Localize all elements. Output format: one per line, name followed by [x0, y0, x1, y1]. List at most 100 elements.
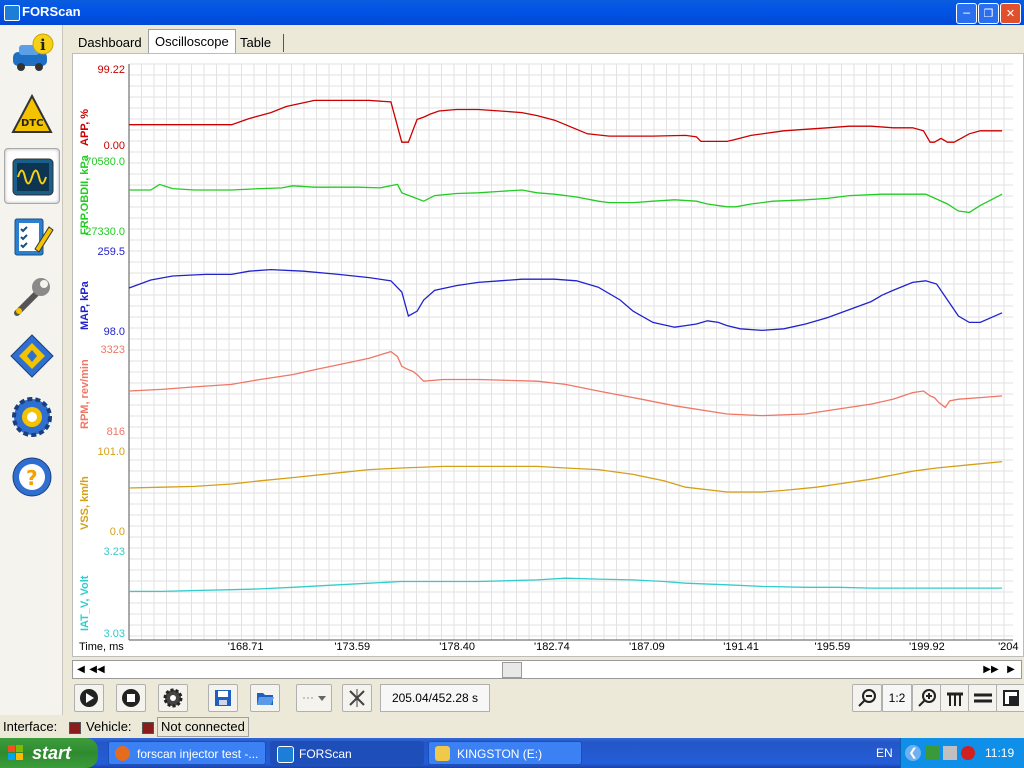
security-icon[interactable]	[961, 746, 975, 760]
sidebar-item-tests[interactable]	[4, 208, 58, 262]
sidebar-item-vehicle-info[interactable]: i	[4, 27, 58, 81]
series-min-label: 816	[106, 426, 125, 438]
chip-icon	[10, 334, 54, 378]
vehicle-label: Vehicle:	[86, 719, 132, 734]
svg-text:?: ?	[26, 466, 38, 490]
series-line	[129, 99, 1003, 143]
scroll-start-icon[interactable]: ◀◀	[89, 661, 105, 678]
zoom-out-icon	[858, 689, 876, 707]
zoom-in-button[interactable]	[912, 684, 942, 712]
fit-button[interactable]	[996, 684, 1024, 712]
tab-dashboard[interactable]: Dashboard	[72, 31, 148, 53]
oscilloscope-icon	[12, 158, 54, 196]
series-max-label: 70580.0	[85, 156, 125, 168]
minimize-button[interactable]: ─	[956, 3, 977, 24]
corner-icon	[1003, 690, 1019, 706]
restore-button[interactable]: ❐	[978, 3, 999, 24]
windows-flag-icon	[8, 745, 23, 760]
taskbar: start forscan injector test -... FORScan…	[0, 738, 1024, 768]
sidebar-item-configuration[interactable]	[4, 328, 58, 382]
folder-icon	[435, 746, 450, 761]
open-button[interactable]	[250, 684, 280, 712]
series-max-label: 3.23	[103, 546, 125, 558]
series-line	[129, 577, 1003, 593]
series-name: RPM, rev/min	[79, 359, 91, 429]
zoom-out-button[interactable]	[852, 684, 882, 712]
scroll-left-arrow-icon[interactable]: ◀	[73, 661, 89, 678]
x-tick-label: '195.59	[814, 641, 851, 653]
title-bar: FORScan ─ ❐ ✕	[0, 0, 1024, 25]
series-min-label: 0.0	[109, 526, 125, 538]
task-firefox[interactable]: forscan injector test -...	[108, 741, 266, 765]
play-button[interactable]	[74, 684, 104, 712]
close-button[interactable]: ✕	[1000, 3, 1021, 24]
scroll-right-arrow-icon[interactable]: ▶	[1003, 661, 1019, 678]
series-min-label: 98.0	[103, 326, 125, 338]
oscilloscope-plot[interactable]: APP, % 99.22 0.00 FRP.OBDII, kPa 70580.0 2733…	[72, 53, 1024, 657]
plot-canvas	[128, 63, 1013, 641]
x-tick-label: '168.71	[227, 641, 264, 653]
checklist-icon	[14, 218, 54, 256]
vehicle-indicator	[142, 722, 154, 734]
settings-button[interactable]	[158, 684, 188, 712]
tab-table[interactable]: Table	[234, 31, 277, 53]
tick-marks-button[interactable]	[940, 684, 970, 712]
scroll-end-icon[interactable]: ▶▶	[983, 661, 999, 678]
car-info-icon: i	[13, 33, 54, 71]
task-forscan[interactable]: FORScan	[270, 741, 424, 765]
tray-expand-icon[interactable]: ❮	[905, 745, 921, 761]
gear-icon	[12, 397, 52, 437]
scrollbar-thumb[interactable]	[502, 662, 523, 678]
volume-icon[interactable]	[943, 746, 957, 760]
sidebar-item-help[interactable]: ?	[4, 449, 58, 503]
x-tick-label: '187.09	[628, 641, 665, 653]
x-tick-label: '182.74	[534, 641, 570, 653]
series-line	[128, 460, 1003, 493]
network-icon[interactable]	[925, 746, 939, 760]
zoom-in-icon	[918, 689, 936, 707]
oscilloscope-toolbar: 205.04/452.28 s 1:2	[72, 682, 1024, 712]
time-readout: 205.04/452.28 s	[380, 684, 490, 712]
settings-gear-icon	[163, 688, 183, 708]
stop-button[interactable]	[116, 684, 146, 712]
svg-text:i: i	[40, 36, 46, 54]
x-tick-label: '173.59	[334, 641, 371, 653]
start-button[interactable]: start	[0, 738, 98, 768]
hline-button[interactable]	[968, 684, 998, 712]
series-min-label: 27330.0	[85, 226, 125, 238]
interface-label: Interface:	[3, 719, 58, 734]
minimize-icon: ─	[963, 7, 970, 20]
tab-oscilloscope[interactable]: Oscilloscope	[148, 29, 236, 55]
status-bar: Interface: Vehicle: Not connected	[0, 716, 1024, 737]
clear-markers-button[interactable]	[342, 684, 372, 712]
x-tick-label: '191.41	[723, 641, 760, 653]
language-indicator[interactable]: EN	[876, 746, 893, 760]
play-icon	[80, 689, 98, 707]
sidebar-item-settings[interactable]	[4, 389, 58, 443]
forscan-app-icon	[4, 5, 20, 21]
close-icon: ✕	[1005, 7, 1016, 20]
sidebar-item-oscilloscope[interactable]	[4, 148, 60, 204]
series-max-label: 101.0	[97, 446, 125, 458]
wrench-icon	[14, 278, 50, 316]
task-kingston[interactable]: KINGSTON (E:)	[428, 741, 582, 765]
save-button[interactable]	[208, 684, 238, 712]
series-min-label: 0.00	[103, 140, 125, 152]
forscan-icon	[277, 746, 294, 763]
sidebar-item-dtc[interactable]: DTC	[4, 87, 58, 141]
series-line	[128, 268, 1003, 332]
dropdown-arrow-icon	[303, 696, 326, 701]
channel-dropdown[interactable]	[296, 684, 332, 712]
x-axis-label: Time, ms	[79, 641, 124, 653]
timeline-scrollbar[interactable]: ◀ ◀◀ ▶▶ ▶	[72, 660, 1022, 679]
x-tick-label: '178.40	[439, 641, 476, 653]
series-name: MAP, kPa	[79, 281, 91, 330]
x-tick-label: '199.92	[909, 641, 945, 653]
task-label: forscan injector test -...	[137, 747, 259, 761]
series-max-label: 3323	[100, 344, 125, 356]
zoom-ratio: 1:2	[882, 684, 912, 712]
connection-status: Not connected	[157, 717, 249, 737]
sidebar-item-service[interactable]	[4, 268, 58, 322]
stop-icon	[122, 689, 140, 707]
window-title: FORScan	[22, 4, 81, 19]
